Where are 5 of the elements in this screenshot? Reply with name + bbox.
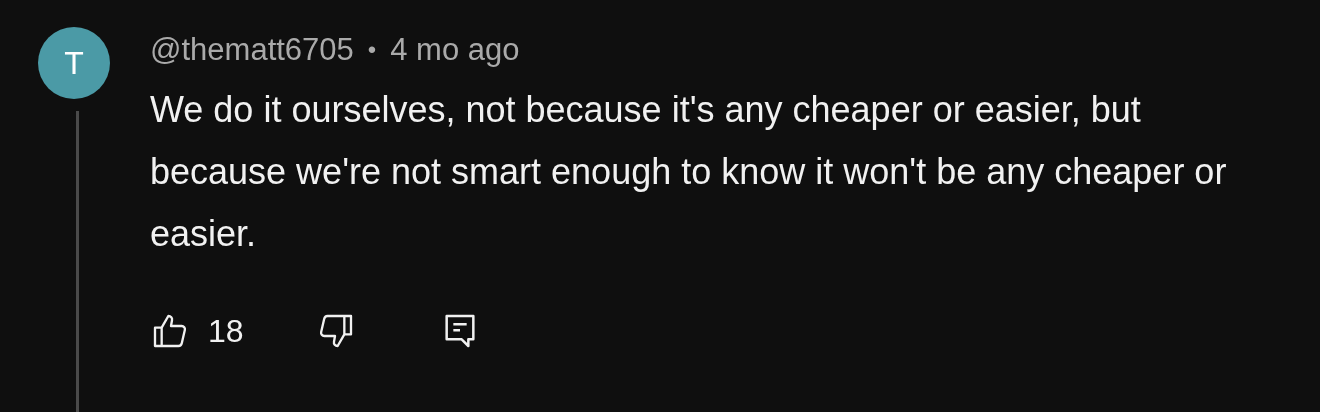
like-button[interactable]: 18 (150, 311, 244, 351)
comment-text: We do it ourselves, not because it's any cheaper or easier, but because we're not smart enough to know it won't be any cheaper or easier. (150, 88, 1228, 256)
author-name[interactable]: @thematt6705 (150, 32, 354, 68)
comment-time: 4 mo ago (390, 32, 520, 68)
separator-dot: • (367, 36, 377, 64)
